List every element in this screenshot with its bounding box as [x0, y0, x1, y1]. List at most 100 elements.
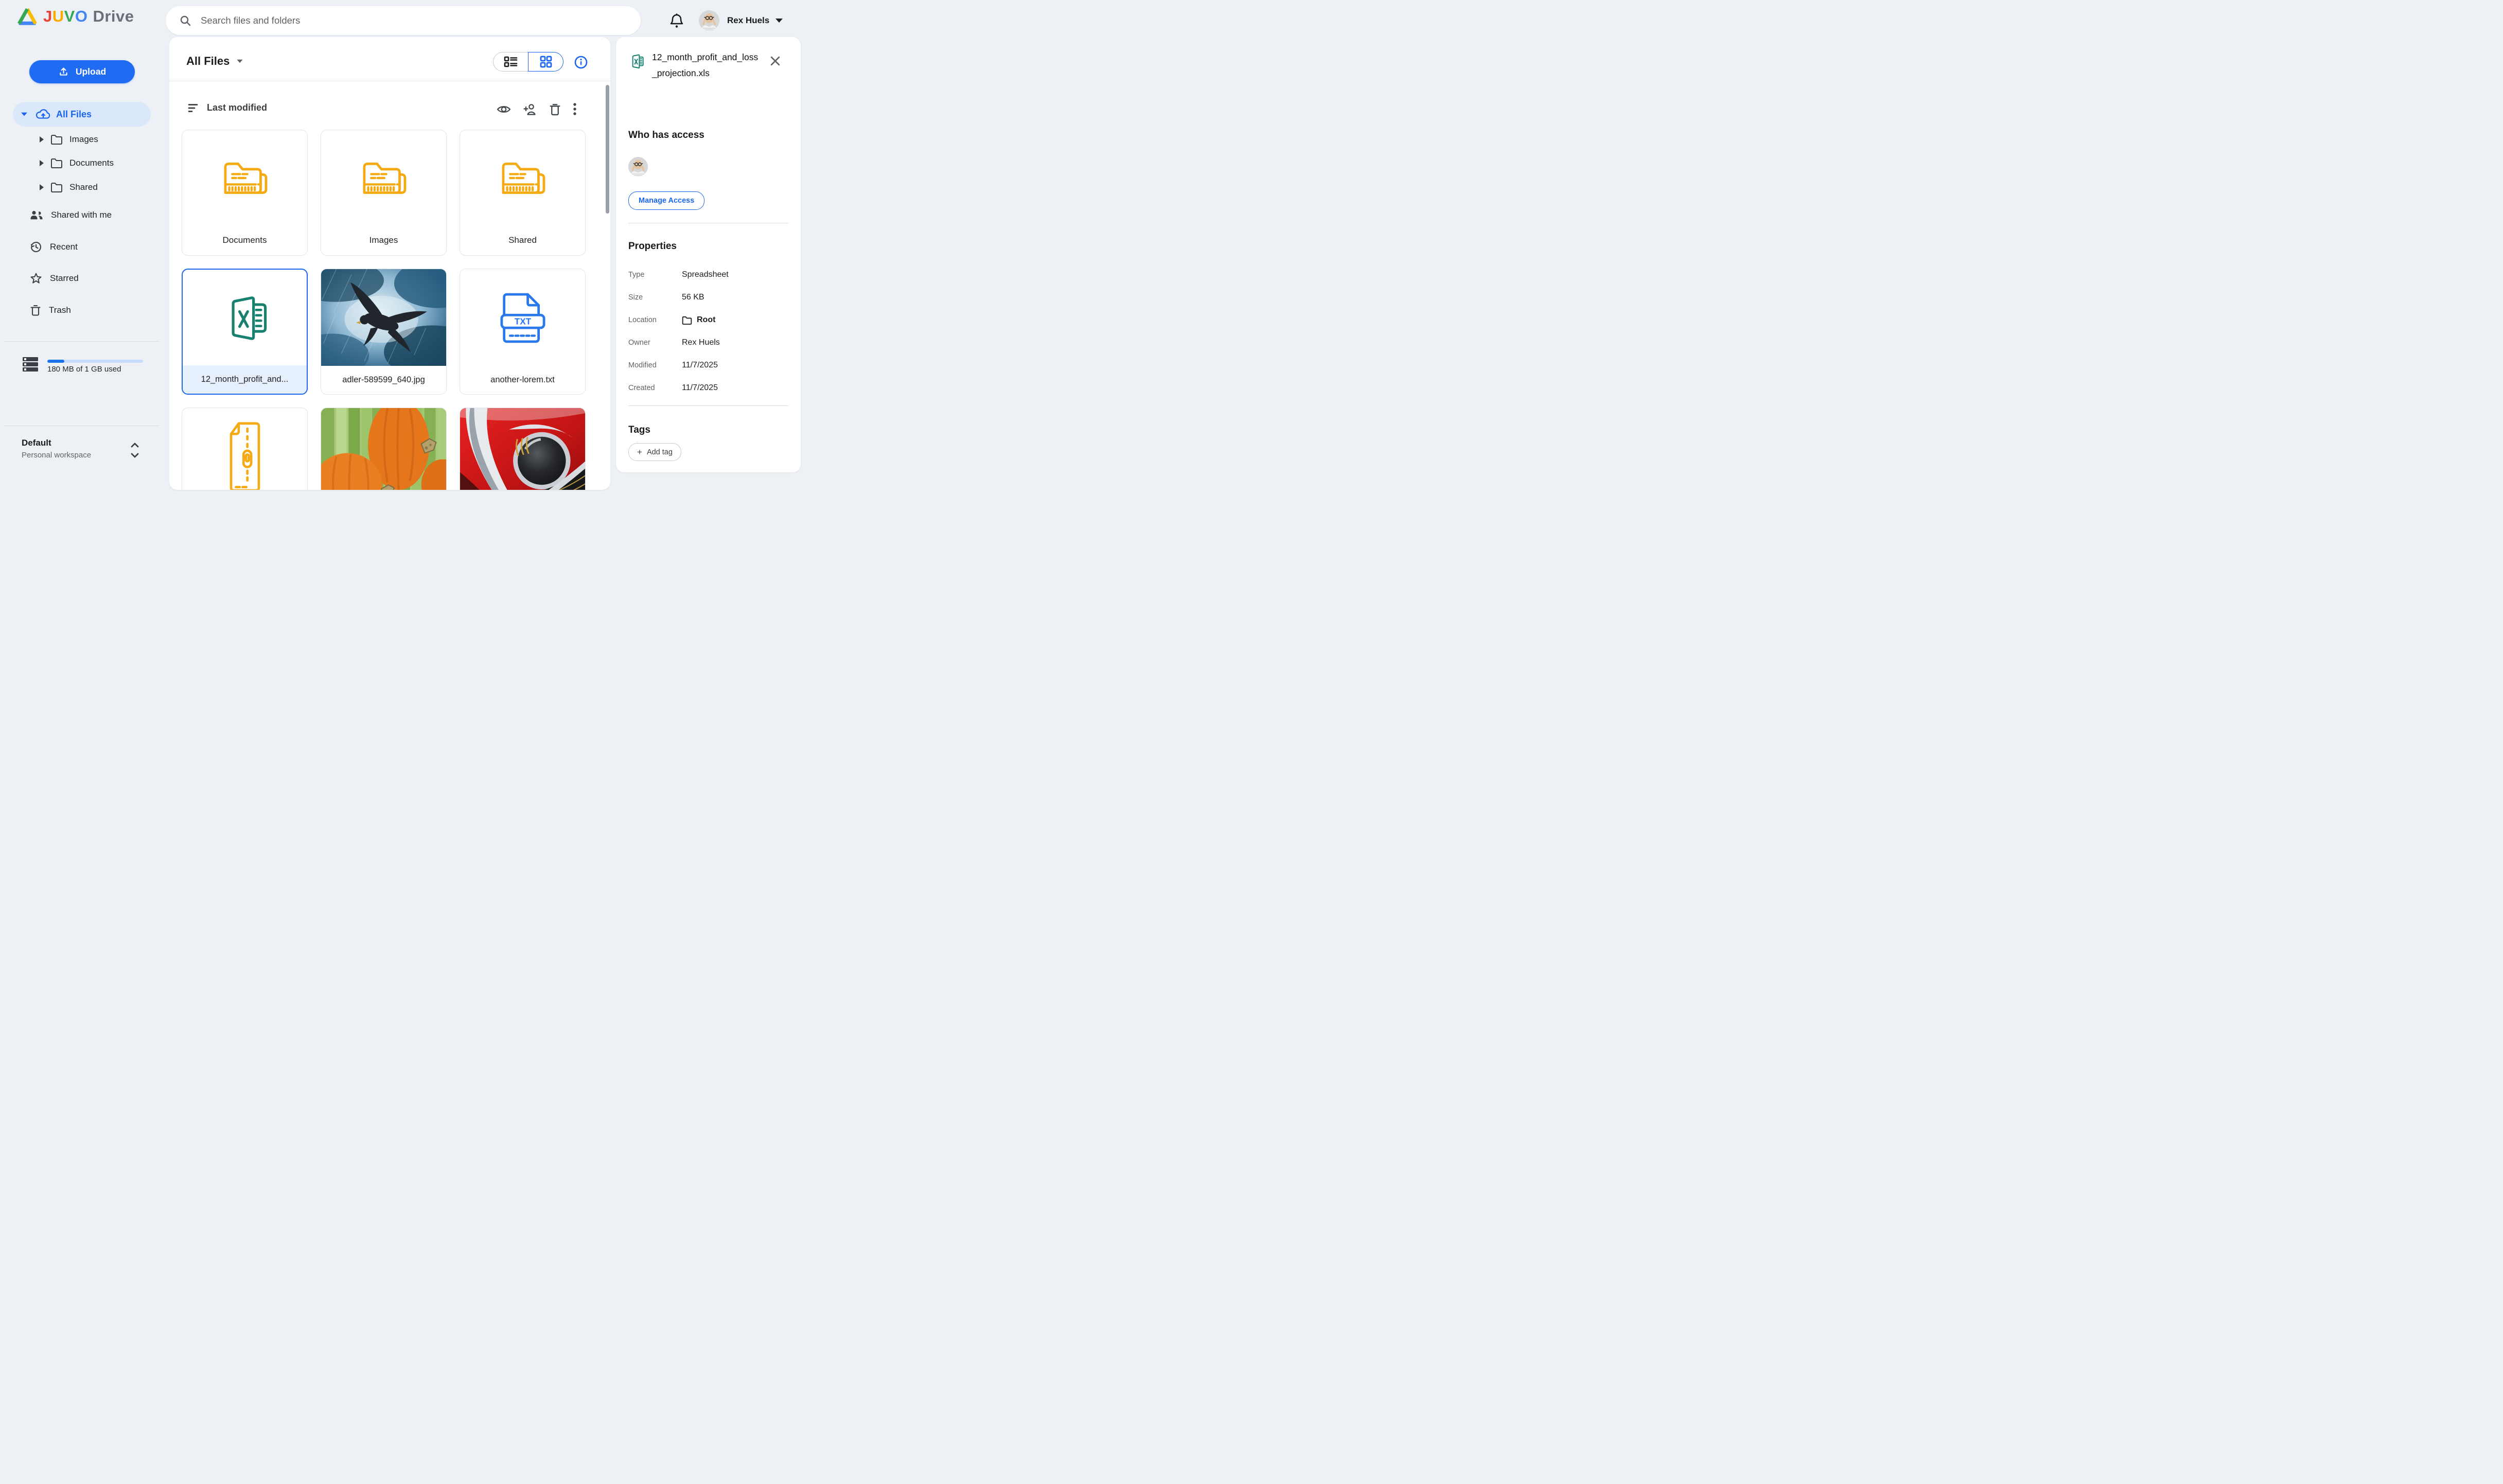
folder-large-icon [460, 157, 585, 198]
property-label: Location [628, 316, 682, 324]
folder-card-images[interactable]: Images [321, 130, 447, 256]
excel-spreadsheet-icon [183, 270, 307, 367]
view-title-label: All Files [186, 55, 230, 68]
brand-letter: J [43, 7, 52, 26]
folder-card-shared[interactable]: Shared [460, 130, 586, 256]
sidebar-item-trash[interactable]: Trash [0, 298, 165, 322]
file-card-spreadsheet-selected[interactable]: 12_month_profit_and... [182, 269, 308, 395]
sidebar-divider [4, 341, 160, 342]
preview-eye-icon[interactable] [497, 104, 511, 115]
sidebar-item-label: All Files [56, 109, 92, 120]
scrollbar-thumb[interactable] [606, 85, 609, 214]
history-clock-icon [30, 241, 42, 253]
folder-icon [682, 316, 692, 325]
sidebar-item-all-files[interactable]: All Files [13, 102, 151, 127]
sort-icon [188, 103, 201, 113]
grid-view-button-active[interactable] [528, 52, 563, 72]
pumpkins-photo-thumbnail [321, 408, 446, 490]
trash-icon [30, 304, 41, 316]
star-icon [30, 272, 42, 285]
sidebar-tree-item-documents[interactable]: Documents [0, 151, 165, 174]
file-card-name: adler-589599_640.jpg [321, 366, 446, 394]
properties-title: Properties [628, 241, 677, 252]
folder-card-name: Documents [186, 235, 303, 245]
search-icon [179, 14, 191, 27]
brand-letter: U [52, 7, 64, 26]
user-avatar[interactable] [699, 10, 719, 31]
location-link[interactable]: Root [682, 315, 715, 325]
sidebar-tree-item-images[interactable]: Images [0, 128, 165, 151]
workspace-name: Default [22, 438, 51, 448]
collapse-caret-icon[interactable] [21, 113, 27, 116]
details-divider [628, 405, 788, 406]
details-file-name: 12_month_profit_and_loss_projection.xls [652, 49, 762, 81]
upload-button[interactable]: Upload [29, 60, 135, 83]
chevron-down-icon [237, 60, 243, 63]
search-input[interactable] [200, 14, 641, 27]
folder-icon [50, 182, 63, 192]
property-label: Owner [628, 339, 682, 347]
property-row-type: Type Spreadsheet [628, 263, 788, 286]
property-row-owner: Owner Rex Huels [628, 331, 788, 354]
folder-card-name: Shared [464, 235, 581, 245]
user-name[interactable]: Rex Huels [727, 15, 769, 26]
file-card-eagle-photo[interactable]: adler-589599_640.jpg [321, 269, 447, 395]
share-add-person-icon[interactable] [523, 103, 537, 115]
zip-file-icon [182, 408, 307, 490]
sidebar-tree-item-shared[interactable]: Shared [0, 175, 165, 199]
sidebar-item-starred[interactable]: Starred [0, 267, 165, 290]
file-card-red-car-photo[interactable] [460, 408, 586, 490]
sort-control[interactable]: Last modified [188, 102, 267, 113]
expand-caret-icon[interactable] [40, 160, 44, 166]
property-value: 56 KB [682, 293, 704, 302]
folder-card-documents[interactable]: Documents [182, 130, 308, 256]
sidebar-item-recent[interactable]: Recent [0, 235, 165, 259]
eagle-photo-thumbnail [321, 269, 446, 366]
selection-toolbar [497, 102, 577, 116]
file-grid: Documents Images [182, 130, 586, 490]
access-user-avatar [628, 157, 648, 176]
upload-icon [58, 66, 69, 77]
sort-label: Last modified [207, 102, 267, 113]
delete-trash-icon[interactable] [549, 103, 561, 116]
expand-caret-icon[interactable] [40, 136, 44, 143]
add-tag-button[interactable]: + Add tag [628, 443, 681, 461]
search-bar[interactable] [166, 6, 641, 35]
sidebar-item-label: Trash [49, 305, 71, 315]
notifications-bell-icon[interactable] [669, 13, 684, 29]
sidebar-tree-label: Shared [69, 182, 98, 192]
sidebar-item-label: Shared with me [51, 210, 112, 220]
property-row-location: Location Root [628, 309, 788, 331]
workspace-switcher-chevrons-icon[interactable] [130, 441, 140, 459]
file-card-name: 12_month_profit_and... [183, 365, 307, 394]
file-details-panel: 12_month_profit_and_loss_projection.xls … [616, 37, 801, 472]
file-card-txt[interactable]: TXT another-lorem.txt [460, 269, 586, 395]
more-options-kebab-icon[interactable] [573, 102, 577, 116]
txt-label: TXT [514, 316, 531, 326]
property-value: 11/7/2025 [682, 383, 718, 393]
property-row-created: Created 11/7/2025 [628, 377, 788, 399]
property-value: Spreadsheet [682, 270, 729, 279]
app-logo[interactable]: J U V O Drive [17, 7, 134, 26]
view-toggle [493, 52, 563, 72]
user-menu-caret-icon[interactable] [775, 19, 783, 23]
property-value: Root [697, 315, 715, 325]
storage-server-icon [23, 357, 38, 372]
property-row-modified: Modified 11/7/2025 [628, 354, 788, 377]
sidebar-tree-label: Documents [69, 158, 114, 168]
close-icon[interactable] [770, 56, 781, 66]
view-title-dropdown[interactable]: All Files [186, 55, 243, 68]
property-label: Created [628, 384, 682, 392]
red-car-photo-thumbnail [460, 408, 585, 490]
excel-spreadsheet-icon-small [628, 54, 645, 69]
brand-letter: O [75, 7, 88, 26]
info-icon[interactable] [574, 56, 588, 69]
brand-drive: Drive [93, 7, 134, 26]
manage-access-button[interactable]: Manage Access [628, 191, 704, 210]
list-view-button[interactable] [493, 52, 528, 72]
add-tag-label: Add tag [647, 448, 673, 456]
expand-caret-icon[interactable] [40, 184, 44, 190]
file-card-pumpkins-photo[interactable] [321, 408, 447, 490]
file-card-zip[interactable] [182, 408, 308, 490]
sidebar-item-shared-with-me[interactable]: Shared with me [0, 203, 165, 227]
